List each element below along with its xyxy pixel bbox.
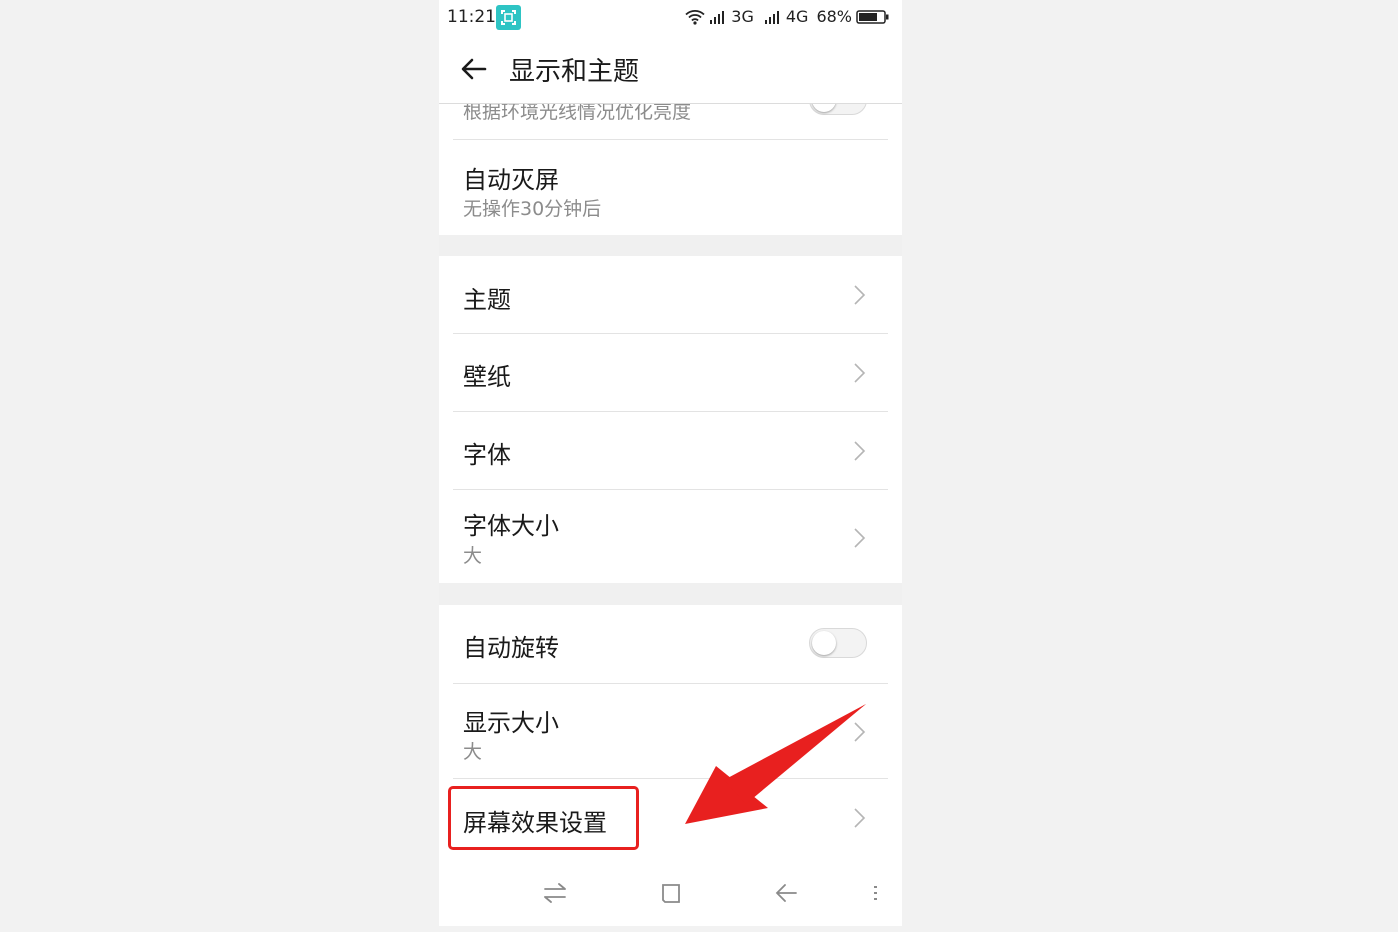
app-bar: 显示和主题 [439,36,902,104]
auto-screen-off-row[interactable]: 自动灭屏 无操作30分钟后 [439,140,902,235]
network-type-2: 4G [785,7,809,26]
menu-icon[interactable] [864,878,894,908]
display-size-value: 大 [463,741,483,763]
screenshot-notification-icon [496,5,521,30]
font-size-value: 大 [463,545,483,567]
switch-apps-icon[interactable] [540,878,570,908]
auto-rotate-toggle[interactable] [809,628,867,658]
wallpaper-row[interactable]: 壁纸 [439,334,902,411]
card-theme-group: 主题 壁纸 字体 字体大小 大 [439,256,902,583]
auto-screen-off-title: 自动灭屏 [463,166,559,194]
wifi-icon [685,9,705,25]
signal-icon [710,10,725,24]
font-size-title: 字体大小 [463,512,559,540]
status-time: 11:21 [447,7,496,27]
auto-rotate-title: 自动旋转 [463,634,559,662]
nav-back-icon[interactable] [771,878,801,908]
auto-brightness-row[interactable]: 根据环境光线情况优化亮度 [439,85,902,139]
auto-rotate-row[interactable]: 自动旋转 [439,605,902,683]
battery-icon [856,9,889,24]
home-icon[interactable] [656,878,686,908]
back-arrow-icon[interactable] [459,54,489,84]
navigation-bar [439,862,902,926]
theme-row[interactable]: 主题 [439,256,902,333]
font-size-row[interactable]: 字体大小 大 [439,490,902,583]
page-title: 显示和主题 [509,57,640,87]
red-pointer-arrow [685,704,866,824]
signal-icon [764,10,779,24]
chevron-right-icon [854,441,866,461]
card-brightness-group: 根据环境光线情况优化亮度 自动灭屏 无操作30分钟后 [439,85,902,235]
theme-title: 主题 [463,286,511,314]
toggle-knob [812,631,836,655]
chevron-right-icon [854,528,866,548]
status-bar: 11:21 3G 4G 68% [439,0,902,36]
auto-screen-off-subtitle: 无操作30分钟后 [463,198,602,220]
network-type-1: 3G [731,7,754,26]
font-row[interactable]: 字体 [439,412,902,489]
status-indicators: 3G 4G 68% [685,7,890,26]
battery-percent: 68% [816,7,852,26]
chevron-right-icon [854,363,866,383]
display-size-title: 显示大小 [463,709,559,737]
wallpaper-title: 壁纸 [463,363,511,391]
screen-effect-highlight-box [448,786,639,850]
chevron-right-icon [854,285,866,305]
font-title: 字体 [463,441,511,469]
